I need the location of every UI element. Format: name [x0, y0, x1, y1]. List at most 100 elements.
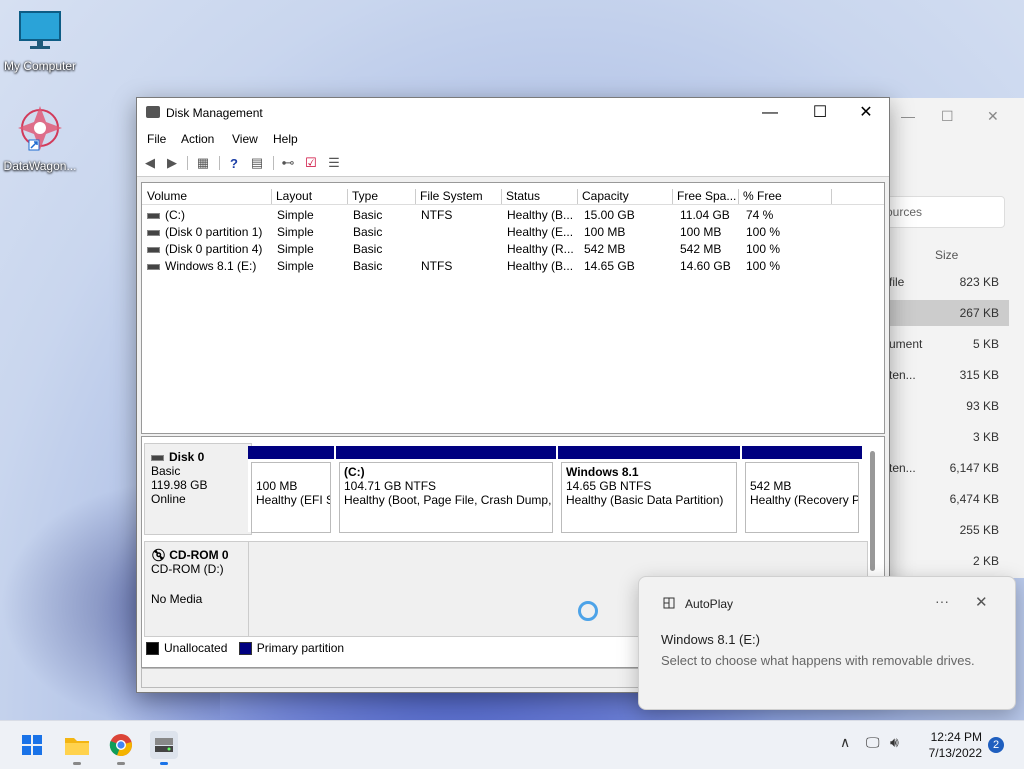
partition-title [750, 465, 854, 479]
notification-count-badge[interactable]: 2 [988, 737, 1004, 753]
file-size: 267 KB [959, 306, 999, 320]
list-item[interactable]: 93 KB [885, 393, 1009, 419]
autoplay-icon [663, 597, 675, 609]
table-row[interactable]: (Disk 0 partition 1) Simple Basic Health… [142, 223, 884, 240]
list-item[interactable]: ten... 6,147 KB [885, 455, 1009, 481]
running-indicator [117, 762, 125, 765]
file-size: 2 KB [972, 554, 999, 568]
cell-free: 11.04 GB [680, 208, 730, 222]
file-size: 93 KB [966, 399, 999, 413]
list-item[interactable]: ten... 315 KB [885, 362, 1009, 388]
volume-list[interactable]: Volume Layout Type File System Status Ca… [141, 182, 885, 434]
cdrom-0-info[interactable]: 💿︎ CD-ROM 0 CD-ROM (D:) No Media [144, 541, 252, 637]
column-free-space[interactable]: Free Spa... [672, 189, 739, 204]
size-column-header[interactable]: Size [935, 248, 958, 262]
chrome-button[interactable] [107, 731, 135, 765]
vertical-scrollbar[interactable] [870, 451, 875, 571]
close-button[interactable]: ✕ [843, 100, 889, 126]
autoplay-notification[interactable]: AutoPlay ··· ✕ Windows 8.1 (E:) Select t… [638, 576, 1016, 710]
file-size: 255 KB [959, 523, 999, 537]
connect-icon[interactable]: ⊷ [280, 155, 296, 171]
desktop-icon-my-computer[interactable]: My Computer [0, 10, 80, 73]
title-bar[interactable]: Disk Management — ☐ ✕ [137, 98, 889, 128]
menu-action[interactable]: Action [181, 132, 214, 146]
column-capacity[interactable]: Capacity [577, 189, 673, 204]
legend: Unallocated Primary partition [146, 641, 646, 661]
disk-0-info[interactable]: Disk 0 Basic 119.98 GB Online [144, 443, 252, 535]
forward-arrow-icon[interactable]: ▶ [164, 155, 180, 171]
disk-management-app-icon [146, 106, 160, 118]
system-clock[interactable]: 12:24 PM 7/13/2022 [912, 729, 982, 761]
start-button[interactable] [18, 731, 46, 759]
column-type[interactable]: Type [347, 189, 416, 204]
menu-help[interactable]: Help [273, 132, 298, 146]
list-item[interactable]: 6,474 KB [885, 486, 1009, 512]
column-file-system[interactable]: File System [415, 189, 502, 204]
table-row[interactable]: (C:) Simple Basic NTFS Healthy (B... 15.… [142, 206, 884, 223]
network-icon[interactable]: 🖵︎ [866, 734, 880, 751]
cell-pct: 100 % [746, 242, 781, 256]
list-item[interactable]: ument 5 KB [885, 331, 1009, 357]
minimize-button[interactable]: — [747, 100, 793, 126]
legend-primary: Primary partition [256, 641, 345, 655]
partition-status: Healthy (Boot, Page File, Crash Dump, I [344, 493, 553, 507]
file-name: ten... [889, 461, 916, 475]
minimize-icon[interactable]: — [901, 108, 915, 124]
partition-bar [558, 446, 740, 459]
partition-efi[interactable]: 100 MB Healthy (EFI S [248, 446, 334, 533]
maximize-button[interactable]: ☐ [797, 100, 843, 126]
close-icon[interactable]: ✕ [975, 593, 988, 611]
cell-capacity: 15.00 GB [584, 208, 635, 222]
list-item[interactable]: 255 KB [885, 517, 1009, 543]
drive-icon [147, 212, 160, 219]
notification-body: Select to choose what happens with remov… [661, 653, 975, 668]
partition-status: Healthy (Basic Data Partition) [566, 493, 724, 507]
file-size: 3 KB [972, 430, 999, 444]
list-item[interactable]: 3 KB [885, 424, 1009, 450]
file-name: ument [889, 337, 923, 351]
list-item[interactable]: file 823 KB [885, 269, 1009, 295]
cell-type: Basic [353, 208, 383, 222]
table-row[interactable]: Windows 8.1 (E:) Simple Basic NTFS Healt… [142, 257, 884, 274]
volume-icon[interactable]: 🔊︎ [890, 734, 899, 751]
close-icon[interactable]: ✕ [987, 108, 999, 125]
legend-unallocated: Unallocated [164, 641, 228, 655]
list-view-icon[interactable]: ☰ [326, 155, 342, 171]
more-options-icon[interactable]: ··· [935, 593, 949, 609]
partition-bar [248, 446, 334, 459]
column-layout[interactable]: Layout [271, 189, 348, 204]
desktop-icon-label: DataWagon... [3, 159, 77, 173]
drive-icon [147, 229, 160, 236]
cell-volume: Windows 8.1 (E:) [165, 259, 257, 273]
list-item[interactable]: 2 KB [885, 548, 1009, 574]
column-percent-free[interactable]: % Free [738, 189, 832, 204]
column-volume[interactable]: Volume [142, 189, 272, 204]
table-row[interactable]: (Disk 0 partition 4) Simple Basic Health… [142, 240, 884, 257]
partition-c[interactable]: (C:) 104.71 GB NTFS Healthy (Boot, Page Fi… [336, 446, 556, 533]
checklist-icon[interactable]: ☑ [303, 155, 319, 171]
partition-bar [742, 446, 862, 459]
disk-management-taskbar-button[interactable] [150, 731, 178, 765]
desktop-icon-datawagon[interactable]: DataWagon... [0, 104, 80, 173]
file-name: file [889, 275, 905, 289]
help-icon[interactable]: ? [226, 155, 242, 171]
desktop-icon-label: My Computer [3, 59, 77, 73]
cell-free: 100 MB [680, 225, 722, 239]
search-input[interactable]: ources [885, 196, 1005, 228]
background-explorer-window[interactable]: — ☐ ✕ ources Size file 823 KB 267 KB umen… [884, 98, 1024, 578]
properties-icon[interactable]: ▤ [249, 155, 265, 171]
disk-type: Basic [151, 464, 181, 478]
partition-status: Healthy (Recovery P [750, 493, 859, 507]
disk-state: Online [151, 492, 186, 506]
partition-windows-8-1[interactable]: Windows 8.1 14.65 GB NTFS Healthy (Basic D… [558, 446, 740, 533]
list-item[interactable]: 267 KB [885, 300, 1009, 326]
console-tree-icon[interactable]: ▦ [195, 155, 211, 171]
menu-file[interactable]: File [147, 132, 166, 146]
partition-recovery[interactable]: 542 MB Healthy (Recovery P [742, 446, 862, 533]
show-hidden-icons-chevron-icon[interactable]: ∧ [840, 734, 850, 751]
file-explorer-button[interactable] [63, 731, 91, 765]
maximize-icon[interactable]: ☐ [941, 108, 954, 125]
column-status[interactable]: Status [501, 189, 578, 204]
menu-view[interactable]: View [232, 132, 258, 146]
back-arrow-icon[interactable]: ◀ [142, 155, 158, 171]
